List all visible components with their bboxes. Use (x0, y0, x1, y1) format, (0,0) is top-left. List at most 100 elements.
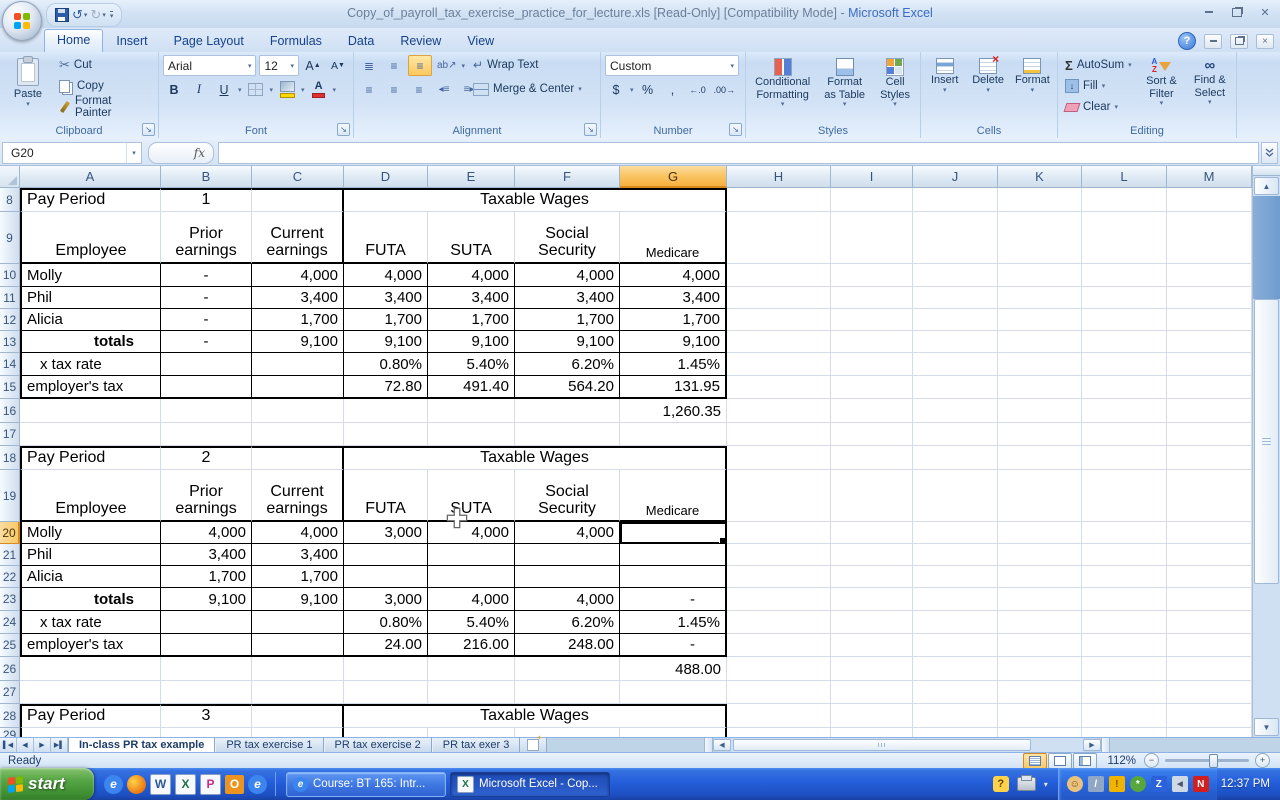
cell-K16[interactable] (998, 399, 1082, 423)
cell-K9[interactable] (998, 212, 1082, 264)
col-header-C[interactable]: C (252, 166, 344, 188)
save-button[interactable] (55, 8, 69, 22)
cell-F9[interactable]: Social Security (515, 212, 620, 264)
tray-zone-icon[interactable]: Z (1150, 776, 1167, 792)
cell-L28[interactable] (1082, 704, 1167, 728)
cell-F15[interactable]: 564.20 (515, 376, 620, 399)
horizontal-scroll-track[interactable] (731, 738, 1083, 752)
cell-F20[interactable]: 4,000 (515, 522, 620, 544)
cell-A27[interactable] (20, 681, 161, 704)
workbook-minimize-button[interactable] (1204, 33, 1222, 49)
cell-K15[interactable] (998, 376, 1082, 399)
help-tray-icon[interactable]: ? (992, 776, 1009, 792)
cell-G23[interactable]: - (620, 588, 727, 611)
insert-cells-button[interactable]: Insert ▾ (925, 55, 964, 123)
cell-A14[interactable]: x tax rate (20, 353, 161, 376)
cell-A10[interactable]: Molly (20, 264, 161, 287)
prev-sheet-button[interactable]: ◀ (17, 738, 34, 752)
cell-C15[interactable] (252, 376, 344, 399)
cell-I19[interactable] (831, 470, 913, 522)
cell-I12[interactable] (831, 309, 913, 331)
cell-L26[interactable] (1082, 657, 1167, 681)
merge-center-button[interactable]: Merge & Center ▾ (470, 79, 585, 99)
expand-formula-bar-button[interactable] (1261, 141, 1278, 164)
cell-H25[interactable] (727, 634, 831, 657)
underline-button[interactable]: U (213, 80, 235, 99)
row-header-25[interactable]: 25 (0, 634, 20, 657)
quick-launch-word-icon[interactable]: W (150, 773, 171, 795)
cell-D26[interactable] (344, 657, 428, 681)
clipboard-dialog-launcher[interactable]: ↘ (142, 123, 155, 136)
cell-B15[interactable] (161, 376, 252, 399)
cell-D19[interactable]: FUTA (344, 470, 428, 522)
cell-B13[interactable]: - (161, 331, 252, 353)
cell-I10[interactable] (831, 264, 913, 287)
cell-A15[interactable]: employer's tax (20, 376, 161, 399)
restore-button[interactable] (1228, 5, 1246, 19)
col-header-K[interactable]: K (998, 166, 1082, 188)
number-dialog-launcher[interactable]: ↘ (729, 123, 742, 136)
cell-B29[interactable] (161, 728, 252, 737)
decrease-indent-button[interactable]: ◂≡ (433, 80, 455, 99)
col-header-L[interactable]: L (1082, 166, 1167, 188)
cell-G27[interactable] (620, 681, 727, 704)
cell-B28[interactable]: 3 (161, 704, 252, 728)
cell-M28[interactable] (1167, 704, 1252, 728)
cell-K25[interactable] (998, 634, 1082, 657)
cell-I9[interactable] (831, 212, 913, 264)
col-header-D[interactable]: D (344, 166, 428, 188)
cell-G9[interactable]: Medicare (620, 212, 727, 264)
cell-I20[interactable] (831, 522, 913, 544)
cell-D22[interactable] (344, 566, 428, 588)
borders-button[interactable] (245, 80, 267, 99)
vertical-scrollbar[interactable]: ▲ ▼ (1252, 166, 1280, 737)
cell-K24[interactable] (998, 611, 1082, 634)
cell-E9[interactable]: SUTA (428, 212, 515, 264)
cell-G29[interactable] (620, 728, 727, 737)
clear-button[interactable]: Clear ▾ (1062, 97, 1135, 117)
cell-A17[interactable] (20, 423, 161, 446)
cell-F24[interactable]: 6.20% (515, 611, 620, 634)
cell-L12[interactable] (1082, 309, 1167, 331)
cell-B21[interactable]: 3,400 (161, 544, 252, 566)
cell-J8[interactable] (913, 188, 998, 212)
cell-I15[interactable] (831, 376, 913, 399)
cell-C22[interactable]: 1,700 (252, 566, 344, 588)
cell-L24[interactable] (1082, 611, 1167, 634)
cell-I23[interactable] (831, 588, 913, 611)
cell-H10[interactable] (727, 264, 831, 287)
col-header-J[interactable]: J (913, 166, 998, 188)
cell-D23[interactable]: 3,000 (344, 588, 428, 611)
cell-E11[interactable]: 3,400 (428, 287, 515, 309)
col-header-F[interactable]: F (515, 166, 620, 188)
cell-E17[interactable] (428, 423, 515, 446)
cell-J26[interactable] (913, 657, 998, 681)
autosum-button[interactable]: Σ AutoSum ▾ (1062, 55, 1135, 75)
fill-color-button[interactable] (276, 80, 298, 99)
cell-H21[interactable] (727, 544, 831, 566)
page-break-view-button[interactable] (1073, 752, 1098, 769)
cell-L27[interactable] (1082, 681, 1167, 704)
cell-styles-button[interactable]: Cell Styles ▾ (874, 55, 916, 123)
tray-volume-icon[interactable]: ◄ (1171, 776, 1188, 792)
cell-L19[interactable] (1082, 470, 1167, 522)
cell-D25[interactable]: 24.00 (344, 634, 428, 657)
cell-L17[interactable] (1082, 423, 1167, 446)
cell-B22[interactable]: 1,700 (161, 566, 252, 588)
cell-A25[interactable]: employer's tax (20, 634, 161, 657)
cell-I17[interactable] (831, 423, 913, 446)
cell-A23[interactable]: totals (20, 588, 161, 611)
sheet-tab-pr-tax-exercise-2[interactable]: PR tax exercise 2 (323, 738, 432, 752)
cell-L8[interactable] (1082, 188, 1167, 212)
cell-I24[interactable] (831, 611, 913, 634)
col-header-M[interactable]: M (1167, 166, 1252, 188)
horizontal-split-handle[interactable] (1101, 738, 1110, 752)
cell-C11[interactable]: 3,400 (252, 287, 344, 309)
cell-B26[interactable] (161, 657, 252, 681)
cell-J10[interactable] (913, 264, 998, 287)
cell-F12[interactable]: 1,700 (515, 309, 620, 331)
bottom-align-button[interactable]: ≡ (408, 55, 432, 76)
cell-J28[interactable] (913, 704, 998, 728)
cell-H20[interactable] (727, 522, 831, 544)
cell-H28[interactable] (727, 704, 831, 728)
